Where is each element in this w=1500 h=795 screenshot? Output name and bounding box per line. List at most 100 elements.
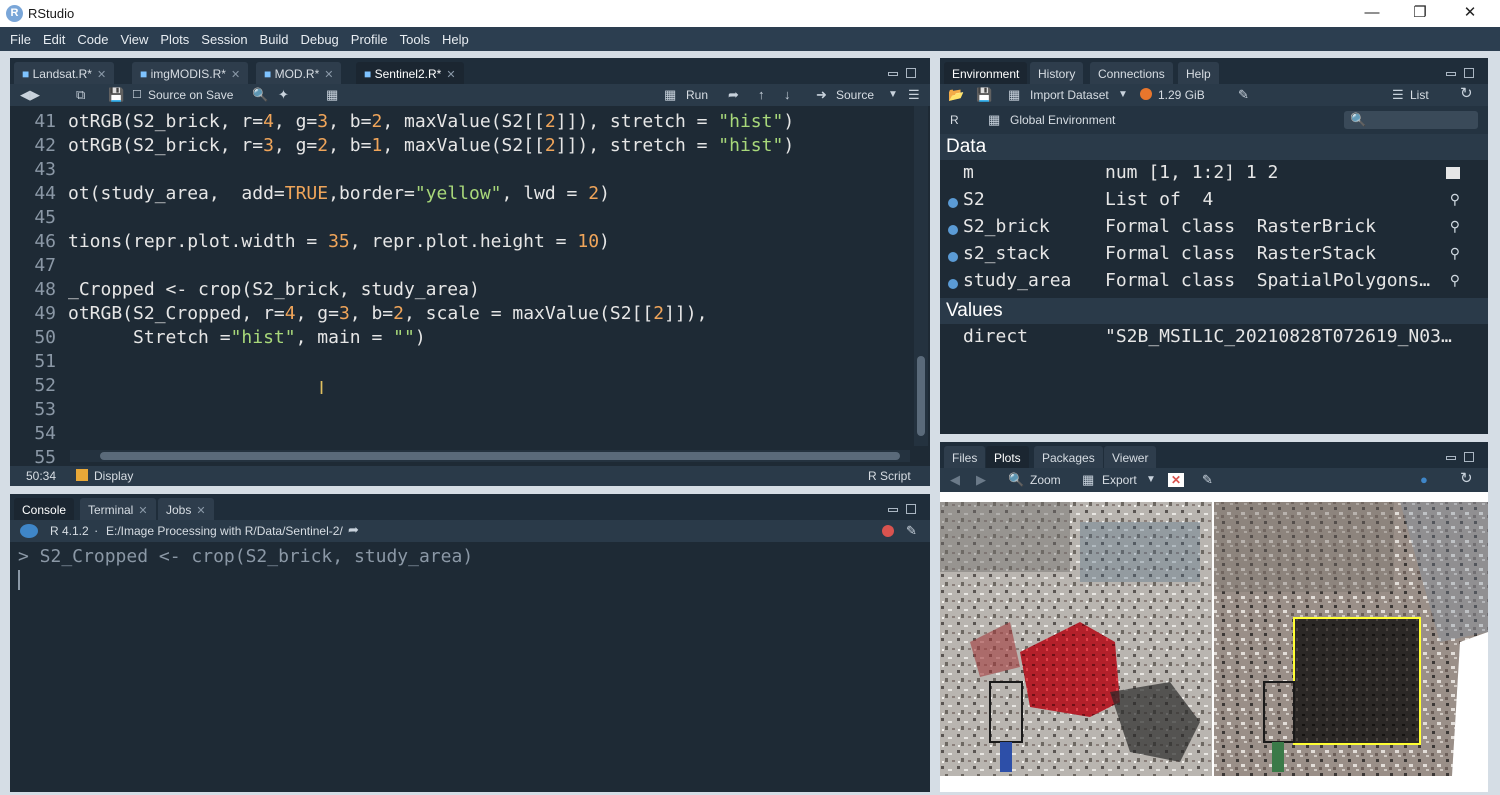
environment-scope-selector[interactable]: Global Environment [1010,113,1115,127]
back-arrow-icon[interactable]: ◀▶ [20,88,40,102]
tab-environment[interactable]: Environment [944,62,1028,86]
menu-profile[interactable]: Profile [345,32,394,47]
scope-selector[interactable]: Display [94,469,133,483]
next-plot-icon[interactable]: ▶ [976,473,986,487]
expand-icon[interactable] [948,252,958,262]
tab-jobs[interactable]: Jobs ✕ [158,498,214,522]
source-icon[interactable]: ➜ [816,88,827,102]
maximize-pane-icon[interactable] [1464,452,1474,462]
expand-icon[interactable] [948,279,958,289]
env-row[interactable]: m num [1, 1:2] 1 2 [940,161,1488,188]
import-dataset-icon[interactable]: ▦ [1008,88,1020,102]
run-button[interactable]: Run [686,88,708,102]
menu-build[interactable]: Build [254,32,295,47]
run-icon[interactable]: ▦ [664,88,676,102]
maximize-pane-icon[interactable] [906,504,916,514]
export-button[interactable]: Export [1102,473,1137,487]
env-row[interactable]: study_area Formal class SpatialPolygons…… [940,269,1488,296]
menu-view[interactable]: View [114,32,154,47]
go-down-icon[interactable]: ↓ [784,88,791,102]
zoom-button[interactable]: Zoom [1030,473,1061,487]
env-row[interactable]: s2_stack Formal class RasterStack ⚲ [940,242,1488,269]
minimize-pane-icon[interactable] [888,508,898,512]
rerun-icon[interactable]: ➦ [728,88,739,102]
menu-tools[interactable]: Tools [394,32,436,47]
source-button[interactable]: Source [836,88,874,102]
minimize-pane-icon[interactable] [1446,456,1456,460]
stop-icon[interactable] [882,525,894,537]
clear-workspace-icon[interactable]: ✎ [1238,88,1249,102]
menu-file[interactable]: File [4,32,37,47]
publish-icon[interactable]: ● [1420,473,1428,487]
refresh-icon[interactable]: ↻ [1460,86,1473,101]
save-icon[interactable]: 💾 [108,88,124,102]
tab-mod[interactable]: ■ MOD.R* ✕ [256,62,342,86]
tab-connections[interactable]: Connections [1090,62,1173,86]
clear-plots-icon[interactable]: ✎ [1202,473,1213,487]
language-selector[interactable]: R [950,113,959,127]
refresh-icon[interactable]: ↻ [1460,471,1473,486]
env-row[interactable]: direct "S2B_MSIL1C_20210828T072619_N03… [940,325,1488,352]
file-type-selector[interactable]: R Script [868,469,911,483]
tab-landsat[interactable]: ■ Landsat.R* ✕ [14,62,115,86]
minimize-pane-icon[interactable] [888,72,898,76]
import-dataset-button[interactable]: Import Dataset [1030,88,1109,102]
vertical-scrollbar[interactable] [914,106,928,446]
menu-help[interactable]: Help [436,32,475,47]
compile-report-icon[interactable]: ▦ [326,88,338,102]
environment-search-input[interactable]: 🔍 [1344,111,1478,129]
show-in-window-icon[interactable]: ⧉ [76,88,85,102]
menu-debug[interactable]: Debug [294,32,344,47]
maximize-pane-icon[interactable] [906,68,916,78]
zoom-icon[interactable]: 🔍 [1008,473,1024,487]
outline-icon[interactable]: ☰ [908,88,920,102]
restore-icon[interactable]: ❐ [1400,2,1440,24]
import-dropdown-icon[interactable]: ▼ [1118,88,1128,102]
export-icon[interactable]: ▦ [1082,473,1094,487]
clear-console-icon[interactable]: ✎ [906,524,917,538]
save-workspace-icon[interactable]: 💾 [976,88,992,102]
view-table-icon[interactable] [1446,167,1460,179]
search-icon[interactable]: ⚲ [1450,219,1460,235]
remove-plot-icon[interactable]: ✕ [1168,473,1184,487]
tab-help[interactable]: Help [1178,62,1219,86]
tab-imgmodis[interactable]: ■ imgMODIS.R* ✕ [132,62,249,86]
tab-viewer[interactable]: Viewer [1104,446,1157,470]
source-dropdown-icon[interactable]: ▼ [888,88,898,102]
go-to-directory-icon[interactable]: ➦ [348,523,359,537]
vertical-scroll-thumb[interactable] [917,356,925,436]
code-editor[interactable]: 41 otRGB(S2_brick, r=4, g=3, b=2, maxVal… [10,106,930,466]
horizontal-scroll-thumb[interactable] [100,452,900,460]
menu-code[interactable]: Code [71,32,114,47]
search-icon[interactable]: ⚲ [1450,273,1460,289]
env-row[interactable]: S2 List of 4 ⚲ [940,188,1488,215]
env-row[interactable]: S2_brick Formal class RasterBrick ⚲ [940,215,1488,242]
tab-sentinel2[interactable]: ■ Sentinel2.R* ✕ [356,62,464,86]
tab-packages[interactable]: Packages [1034,446,1103,470]
search-icon[interactable]: ⚲ [1450,192,1460,208]
search-icon[interactable]: 🔍 [252,88,268,102]
menu-session[interactable]: Session [195,32,253,47]
maximize-pane-icon[interactable] [1464,68,1474,78]
search-icon[interactable]: ⚲ [1450,246,1460,262]
previous-plot-icon[interactable]: ◀ [950,473,960,487]
tab-history[interactable]: History [1030,62,1084,86]
tab-files[interactable]: Files [944,446,986,470]
magic-wand-icon[interactable]: ✦ [278,88,289,102]
go-up-icon[interactable]: ↑ [758,88,765,102]
expand-icon[interactable] [948,198,958,208]
load-workspace-icon[interactable]: 📂 [948,88,964,102]
minimize-pane-icon[interactable] [1446,72,1456,76]
menu-edit[interactable]: Edit [37,32,71,47]
menu-plots[interactable]: Plots [154,32,195,47]
expand-icon[interactable] [948,225,958,235]
export-dropdown-icon[interactable]: ▼ [1146,473,1156,487]
tab-terminal[interactable]: Terminal ✕ [80,498,156,522]
horizontal-scrollbar[interactable] [70,450,910,462]
source-on-save-checkbox[interactable]: ☐ [132,88,142,102]
tab-console[interactable]: Console [14,498,75,522]
minimize-icon[interactable]: — [1352,2,1392,24]
view-mode-selector[interactable]: List [1410,88,1429,102]
tab-plots[interactable]: Plots [986,446,1029,470]
console-output[interactable]: > S2_Cropped <- crop(S2_brick, study_are… [10,542,930,792]
